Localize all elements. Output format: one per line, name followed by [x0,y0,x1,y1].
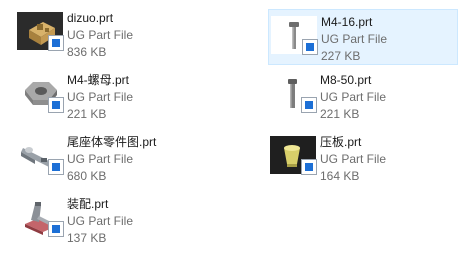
file-name: 装配.prt [67,197,109,211]
file-type: UG Part File [67,214,134,228]
ug-app-badge-icon [48,97,64,113]
file-type: UG Part File [321,32,388,46]
file-item-assembly[interactable]: 装配.prt UG Part File 137 KB [15,192,205,248]
file-size: 137 KB [67,231,107,245]
file-type: UG Part File [320,90,387,104]
file-type: UG Part File [320,152,387,166]
ug-app-badge-icon [48,159,64,175]
file-item-m8-50[interactable]: M8-50.prt UG Part File 221 KB [268,68,458,124]
file-name: dizuo.prt [67,11,114,25]
file-type: UG Part File [67,152,134,166]
file-size: 221 KB [320,107,360,121]
ug-app-badge-icon [301,97,317,113]
file-name: M8-50.prt [320,73,372,87]
ug-app-badge-icon [48,221,64,237]
file-size: 227 KB [321,49,361,63]
file-item-tailstock-body[interactable]: 尾座体零件图.prt UG Part File 680 KB [15,130,205,186]
file-name: M4-螺母.prt [67,73,130,87]
file-size: 680 KB [67,169,107,183]
file-size: 221 KB [67,107,107,121]
file-name: 尾座体零件图.prt [67,135,157,149]
file-size: 836 KB [67,45,107,59]
file-item-pressure-plate[interactable]: 压板.prt UG Part File 164 KB [268,130,458,186]
ug-app-badge-icon [48,35,64,51]
file-type: UG Part File [67,28,134,42]
file-item-dizuo[interactable]: dizuo.prt UG Part File 836 KB [15,6,205,62]
ug-app-badge-icon [301,159,317,175]
file-item-m4-16[interactable]: M4-16.prt UG Part File 227 KB [268,9,458,65]
file-item-m4-nut[interactable]: M4-螺母.prt UG Part File 221 KB [15,68,205,124]
file-name: M4-16.prt [321,15,373,29]
file-type: UG Part File [67,90,134,104]
file-name: 压板.prt [320,135,362,149]
file-size: 164 KB [320,169,360,183]
ug-app-badge-icon [302,39,318,55]
